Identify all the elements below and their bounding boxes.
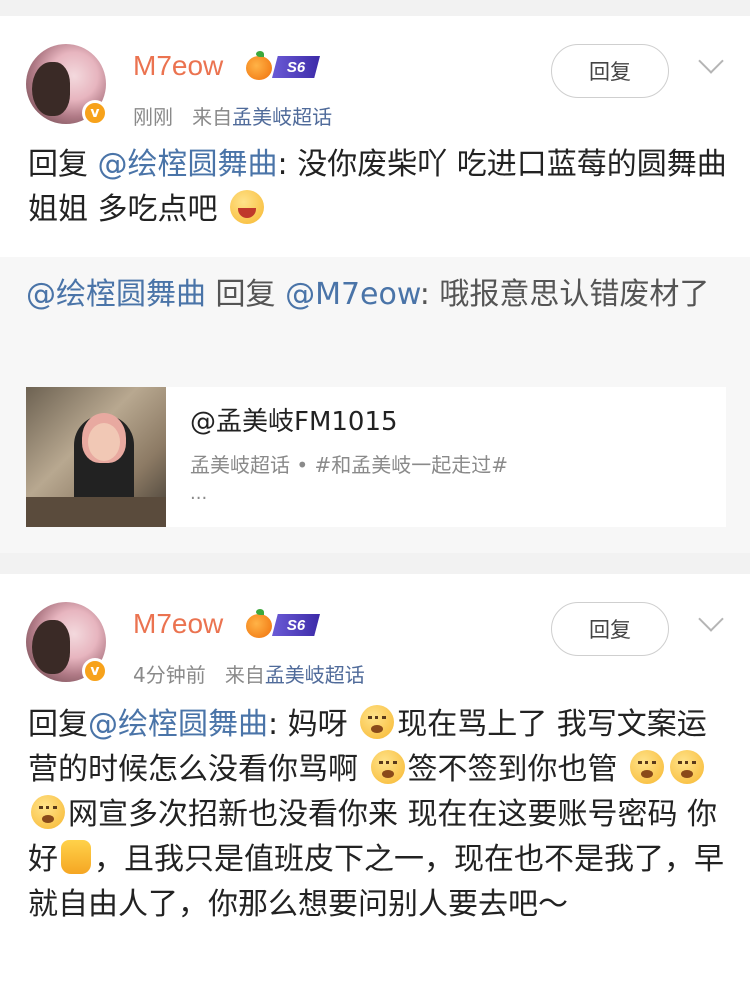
mention-link[interactable]: @绘榁圆舞曲	[98, 147, 278, 182]
chevron-down-icon[interactable]	[698, 606, 724, 632]
username[interactable]: M7eow	[133, 50, 223, 82]
thumbnail-table	[26, 497, 166, 527]
link-card-more: ...	[190, 483, 208, 504]
comment-body: 回复@绘榁圆舞曲: 妈呀 现在骂上了 我写文案运营的时候怎么没看你骂啊 签不签到…	[28, 702, 728, 927]
timestamp: 4分钟前	[133, 663, 206, 687]
quote-text: @绘榁圆舞曲 回复 @M7eow: 哦报意思认错废材了	[26, 273, 726, 316]
reply-prefix: 回复	[28, 707, 88, 742]
reply-prefix: 回复	[28, 147, 88, 182]
comment-text-5: ，且我只是值班皮下之一，现在也不是我了，早就自由人了，你那么想要问别人要去吧～	[28, 842, 724, 922]
source-link[interactable]: 孟美岐超话	[232, 105, 332, 129]
chevron-down-icon[interactable]	[698, 48, 724, 74]
post-meta: 4分钟前 来自孟美岐超话	[133, 659, 365, 688]
verified-badge-icon: v	[82, 100, 108, 126]
avatar-image	[32, 620, 70, 674]
link-card-thumbnail	[26, 387, 166, 527]
reply-button[interactable]: 回复	[551, 602, 669, 656]
level-badge: S6	[272, 614, 320, 636]
avatar[interactable]: v	[26, 602, 108, 684]
quote-target-link[interactable]: @M7eow	[285, 277, 420, 312]
level-badge: S6	[272, 56, 320, 78]
mention-link[interactable]: @绘榁圆舞曲	[88, 707, 268, 742]
laugh-emoji-icon	[230, 190, 265, 224]
reply-button[interactable]: 回复	[551, 44, 669, 98]
avatar[interactable]: v	[26, 44, 108, 126]
quote-body: : 哦报意思认错废材了	[419, 277, 710, 312]
username[interactable]: M7eow	[133, 608, 223, 640]
post-meta: 刚刚 来自孟美岐超话	[133, 101, 332, 130]
comment-body: 回复 @绘榁圆舞曲: 没你废柴吖 吃进口蓝莓的圆舞曲姐姐 多吃点吧	[28, 142, 728, 232]
thumbnail-face	[88, 423, 120, 461]
source-prefix: 来自	[224, 663, 265, 687]
hush-emoji-icon	[630, 750, 665, 784]
hush-emoji-icon	[360, 705, 395, 739]
link-card-subtitle: 孟美岐超话 • #和孟美岐一起走过#	[190, 453, 509, 477]
timestamp: 刚刚	[133, 105, 173, 129]
thumbs-up-emoji-icon	[61, 840, 91, 874]
link-card-title: @孟美岐FM1015	[190, 407, 398, 437]
orange-fan-icon	[246, 609, 272, 638]
source-prefix: 来自	[192, 105, 233, 129]
quote-reply-word: 回复	[206, 277, 286, 312]
avatar-image	[32, 62, 70, 116]
comment-card: v M7eow S6 刚刚 来自孟美岐超话 回复 回复 @绘榁圆舞曲: 没你废柴…	[0, 16, 750, 553]
orange-fan-icon	[246, 51, 272, 80]
link-card[interactable]: @孟美岐FM1015 孟美岐超话 • #和孟美岐一起走过# ...	[26, 387, 726, 527]
hush-emoji-icon	[31, 795, 65, 829]
quote-author-link[interactable]: @绘榁圆舞曲	[26, 277, 206, 312]
verified-badge-icon: v	[82, 658, 108, 684]
source-link[interactable]: 孟美岐超话	[265, 663, 365, 687]
hush-emoji-icon	[670, 750, 705, 784]
comment-text-1: : 妈呀	[268, 707, 348, 742]
comment-text-3: 签不签到你也管	[407, 752, 618, 787]
hush-emoji-icon	[370, 750, 405, 784]
quoted-reply[interactable]: @绘榁圆舞曲 回复 @M7eow: 哦报意思认错废材了 @孟美岐FM1015 孟…	[0, 257, 750, 553]
comment-card: v M7eow S6 4分钟前 来自孟美岐超话 回复 回复@绘榁圆舞曲: 妈呀 …	[0, 574, 750, 989]
